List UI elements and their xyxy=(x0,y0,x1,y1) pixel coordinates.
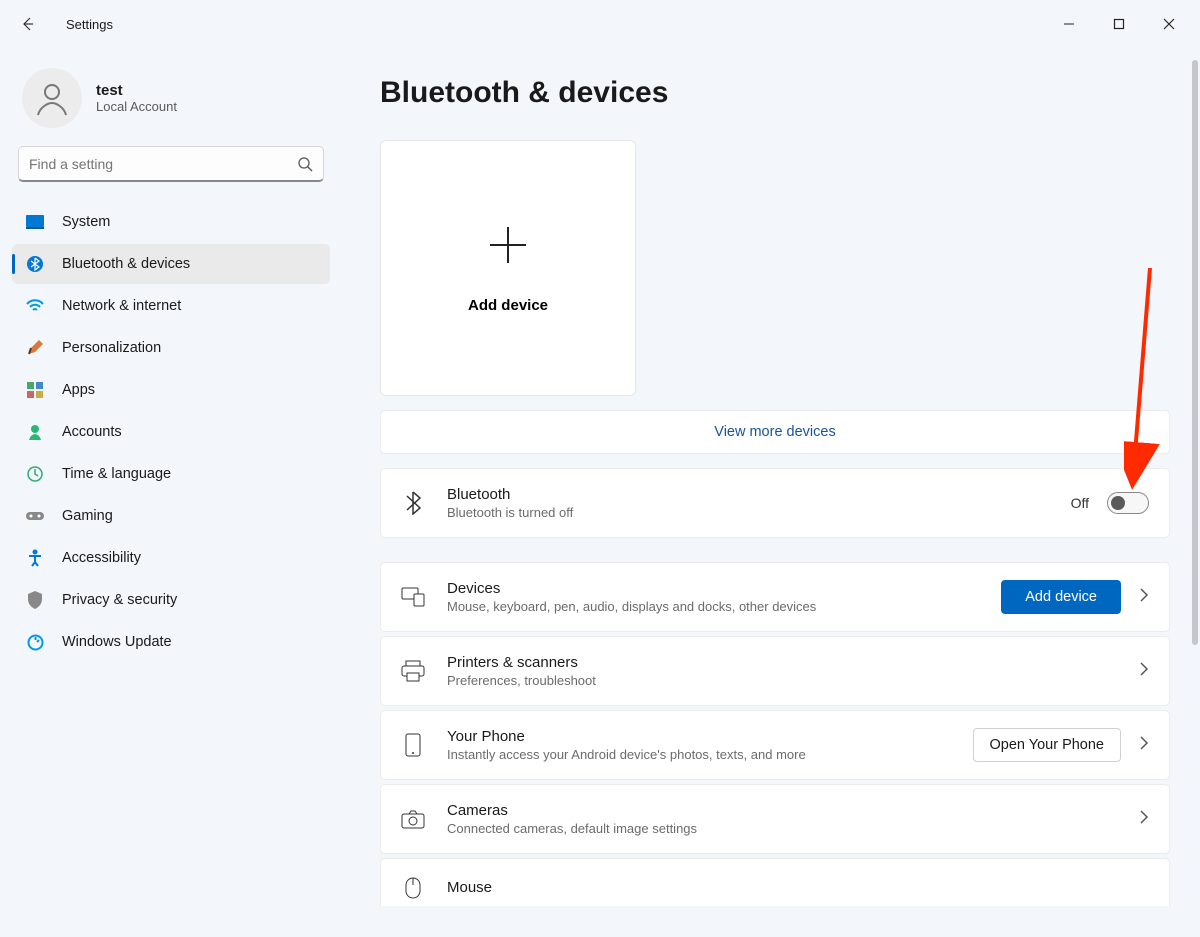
titlebar: Settings xyxy=(0,0,1200,48)
nav-label: Apps xyxy=(62,382,95,398)
arrow-left-icon xyxy=(20,16,36,32)
bluetooth-icon xyxy=(26,255,44,273)
sidebar-item-bluetooth-devices[interactable]: Bluetooth & devices xyxy=(12,244,330,284)
sidebar-item-gaming[interactable]: Gaming xyxy=(12,496,330,536)
close-button[interactable] xyxy=(1146,8,1192,40)
sidebar-item-accessibility[interactable]: Accessibility xyxy=(12,538,330,578)
nav-label: Time & language xyxy=(62,466,171,482)
cameras-row[interactable]: Cameras Connected cameras, default image… xyxy=(380,784,1170,854)
row-sub: Preferences, troubleshoot xyxy=(447,673,1117,688)
view-more-devices-link[interactable]: View more devices xyxy=(380,410,1170,454)
update-icon xyxy=(26,633,44,651)
display-icon xyxy=(26,213,44,231)
sidebar-item-apps[interactable]: Apps xyxy=(12,370,330,410)
account-icon xyxy=(26,423,44,441)
window-controls xyxy=(1046,8,1192,40)
page-title: Bluetooth & devices xyxy=(380,76,1176,110)
sidebar-item-accounts[interactable]: Accounts xyxy=(12,412,330,452)
account-block[interactable]: test Local Account xyxy=(12,58,330,146)
sidebar: test Local Account System Bluetooth & de… xyxy=(0,48,340,937)
row-sub: Bluetooth is turned off xyxy=(447,505,1049,520)
sidebar-item-network[interactable]: Network & internet xyxy=(12,286,330,326)
row-sub: Instantly access your Android device's p… xyxy=(447,747,951,762)
chevron-right-icon xyxy=(1139,809,1149,830)
open-your-phone-button[interactable]: Open Your Phone xyxy=(973,728,1122,762)
wifi-icon xyxy=(26,297,44,315)
window-title: Settings xyxy=(66,17,113,32)
devices-icon xyxy=(401,587,425,607)
toggle-state-label: Off xyxy=(1071,495,1089,511)
nav-label: Accessibility xyxy=(62,550,141,566)
sidebar-item-personalization[interactable]: Personalization xyxy=(12,328,330,368)
row-title: Devices xyxy=(447,580,979,597)
devices-row[interactable]: Devices Mouse, keyboard, pen, audio, dis… xyxy=(380,562,1170,632)
row-title: Mouse xyxy=(447,879,1149,896)
nav-label: Personalization xyxy=(62,340,161,356)
mouse-row[interactable]: Mouse xyxy=(380,858,1170,906)
printer-icon xyxy=(401,660,425,682)
accessibility-icon xyxy=(26,549,44,567)
back-button[interactable] xyxy=(8,4,48,44)
minimize-button[interactable] xyxy=(1046,8,1092,40)
nav-label: Windows Update xyxy=(62,634,172,650)
chevron-right-icon xyxy=(1139,661,1149,682)
row-sub: Connected cameras, default image setting… xyxy=(447,821,1117,836)
nav-label: System xyxy=(62,214,110,230)
row-title: Your Phone xyxy=(447,728,951,745)
scrollbar[interactable] xyxy=(1192,60,1198,645)
avatar xyxy=(22,68,82,128)
nav-label: Gaming xyxy=(62,508,113,524)
nav-label: Bluetooth & devices xyxy=(62,256,190,272)
search-input[interactable] xyxy=(18,146,324,182)
clock-globe-icon xyxy=(26,465,44,483)
bluetooth-toggle[interactable] xyxy=(1107,492,1149,514)
sidebar-item-windows-update[interactable]: Windows Update xyxy=(12,622,330,662)
row-sub: Mouse, keyboard, pen, audio, displays an… xyxy=(447,599,979,614)
add-device-card[interactable]: Add device xyxy=(380,140,636,396)
sidebar-item-privacy-security[interactable]: Privacy & security xyxy=(12,580,330,620)
your-phone-row[interactable]: Your Phone Instantly access your Android… xyxy=(380,710,1170,780)
sidebar-item-time-language[interactable]: Time & language xyxy=(12,454,330,494)
printers-row[interactable]: Printers & scanners Preferences, trouble… xyxy=(380,636,1170,706)
shield-icon xyxy=(26,591,44,609)
apps-icon xyxy=(26,381,44,399)
plus-icon xyxy=(486,223,530,267)
search-field[interactable] xyxy=(29,156,297,172)
row-title: Bluetooth xyxy=(447,486,1049,503)
main-content: Bluetooth & devices Add device View more… xyxy=(340,48,1200,937)
maximize-button[interactable] xyxy=(1096,8,1142,40)
sidebar-item-system[interactable]: System xyxy=(12,202,330,242)
nav-list: System Bluetooth & devices Network & int… xyxy=(12,202,330,662)
nav-label: Privacy & security xyxy=(62,592,177,608)
paintbrush-icon xyxy=(26,339,44,357)
chevron-right-icon xyxy=(1139,587,1149,608)
chevron-right-icon xyxy=(1139,735,1149,756)
row-title: Printers & scanners xyxy=(447,654,1117,671)
nav-label: Network & internet xyxy=(62,298,181,314)
add-device-label: Add device xyxy=(468,297,548,314)
view-more-label: View more devices xyxy=(714,424,835,440)
camera-icon xyxy=(401,809,425,829)
add-device-button[interactable]: Add device xyxy=(1001,580,1121,614)
nav-label: Accounts xyxy=(62,424,122,440)
row-title: Cameras xyxy=(447,802,1117,819)
phone-icon xyxy=(401,733,425,757)
gamepad-icon xyxy=(26,507,44,525)
person-icon xyxy=(33,79,71,117)
mouse-icon xyxy=(401,877,425,899)
account-sub: Local Account xyxy=(96,99,177,114)
bluetooth-row: Bluetooth Bluetooth is turned off Off xyxy=(380,468,1170,538)
account-name: test xyxy=(96,82,177,99)
bluetooth-icon xyxy=(401,491,425,515)
search-icon xyxy=(297,156,313,172)
